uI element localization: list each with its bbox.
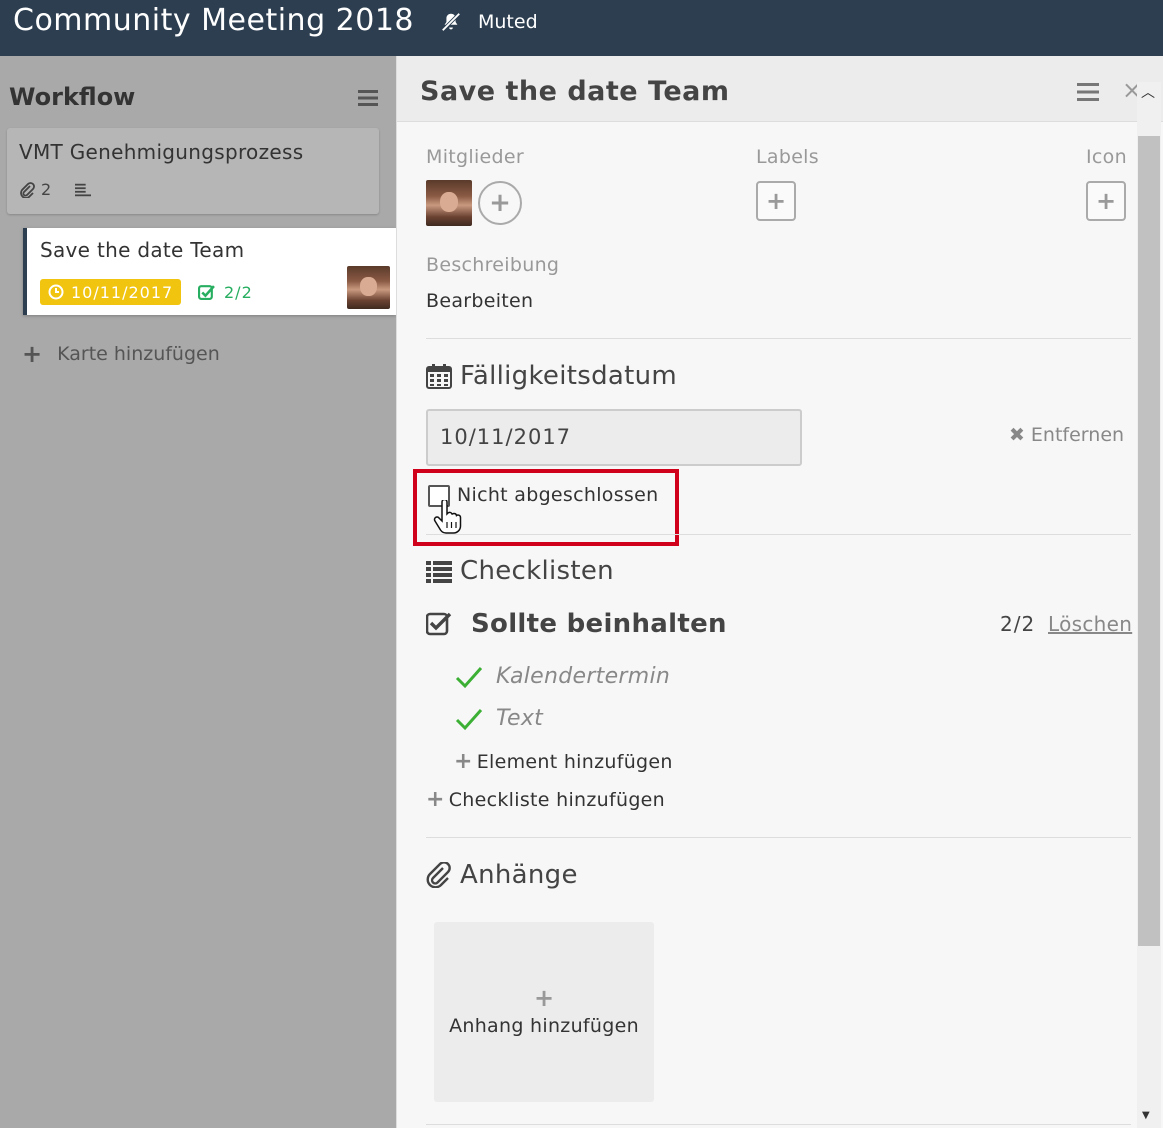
muted-toggle[interactable]: Muted (440, 10, 538, 34)
card-title: Save the date Team (40, 238, 245, 262)
description-icon (75, 183, 92, 196)
add-checklist-label: Checkliste hinzufügen (448, 788, 666, 811)
paperclip-icon (426, 862, 451, 888)
add-item-label: Element hinzufügen (476, 750, 673, 773)
attachments-section-title: Anhänge (426, 860, 578, 890)
divider (426, 534, 1131, 535)
divider (426, 338, 1131, 339)
checklist-header: Sollte beinhalten (426, 609, 727, 639)
checkmark-icon (455, 666, 483, 688)
remove-label: Entfernen (1030, 424, 1125, 446)
check-square-icon (198, 284, 215, 300)
icon-label: Icon (1086, 146, 1127, 168)
checklist-count: 2/2 (1000, 612, 1036, 636)
checklists-title: Checklisten (460, 556, 614, 586)
card-member-avatar[interactable] (347, 266, 390, 309)
panel-header: Save the date Team × (397, 56, 1163, 122)
divider (426, 837, 1131, 838)
card-save-the-date[interactable]: Save the date Team 10/11/2017 2/2 (23, 228, 396, 315)
plus-icon: + (533, 984, 555, 1012)
members-label: Mitglieder (426, 146, 524, 168)
paperclip-icon (20, 181, 35, 198)
check-square-icon (426, 612, 452, 636)
hamburger-icon[interactable] (358, 89, 378, 107)
card-title: VMT Genehmigungsprozess (19, 140, 304, 164)
due-date-text: 10/11/2017 (71, 282, 174, 302)
plus-icon: + (426, 787, 445, 812)
add-card-label: Karte hinzufügen (57, 343, 220, 365)
card-badges: 2 (19, 180, 92, 199)
add-attachment-label: Anhang hinzufügen (449, 1015, 639, 1037)
add-item-button[interactable]: + Element hinzufügen (454, 749, 673, 774)
hand-cursor-icon (433, 500, 462, 534)
checklist-progress: 2/2 (224, 282, 253, 302)
add-card-button[interactable]: + Karte hinzufügen (22, 340, 220, 368)
due-date-badge[interactable]: 10/11/2017 (40, 279, 182, 305)
divider (426, 1124, 1131, 1125)
list-icon (426, 561, 452, 583)
list-workflow: Workflow VMT Genehmigungsprozess 2 Save … (0, 56, 396, 1128)
checklist-item-text: Kalendertermin (496, 664, 671, 689)
add-checklist-button[interactable]: + Checkliste hinzufügen (426, 787, 665, 812)
description-label: Beschreibung (426, 254, 560, 276)
list-title[interactable]: Workflow (9, 83, 135, 111)
plus-icon: + (22, 340, 43, 368)
card-vmt[interactable]: VMT Genehmigungsprozess 2 (7, 128, 379, 214)
board-title[interactable]: Community Meeting 2018 (13, 3, 414, 38)
checklist-item-text: Text (496, 706, 544, 731)
muted-label: Muted (478, 11, 538, 33)
add-icon-button[interactable]: + (1086, 181, 1126, 221)
checklist-item[interactable]: Kalendertermin (455, 664, 670, 689)
labels-label: Labels (756, 146, 819, 168)
checklists-section-title: Checklisten (426, 556, 614, 586)
plus-icon: + (454, 749, 473, 774)
add-attachment-button[interactable]: + Anhang hinzufügen (434, 922, 654, 1102)
description-edit-link[interactable]: Bearbeiten (426, 290, 533, 312)
top-bar: Community Meeting 2018 Muted (0, 0, 1163, 56)
member-avatar[interactable] (426, 180, 472, 226)
attachments-count: 2 (41, 180, 52, 199)
delete-checklist-link[interactable]: Löschen (1048, 612, 1132, 636)
scroll-down-arrow[interactable]: ▼ (1142, 1110, 1150, 1121)
scroll-up-arrow[interactable]: ︿ (1141, 82, 1155, 102)
hamburger-icon[interactable] (1077, 82, 1099, 102)
clock-icon (48, 284, 64, 300)
add-label-button[interactable]: + (756, 181, 796, 221)
checklist-badge: 2/2 (198, 280, 253, 304)
bell-slash-icon (441, 12, 461, 32)
panel-title[interactable]: Save the date Team (420, 76, 729, 107)
remove-due-date-button[interactable]: ✖ Entfernen (1009, 424, 1124, 446)
checklist-name[interactable]: Sollte beinhalten (471, 609, 727, 639)
attachments-title: Anhänge (460, 860, 578, 890)
due-date-title: Fälligkeitsdatum (460, 361, 678, 391)
due-date-input[interactable]: 10/11/2017 (426, 409, 802, 466)
scroll-thumb[interactable] (1138, 136, 1160, 946)
checkmark-icon (455, 708, 483, 730)
calendar-icon (426, 364, 452, 389)
add-member-button[interactable]: + (478, 181, 522, 225)
due-date-section-title: Fälligkeitsdatum (426, 361, 677, 391)
card-detail-panel: Save the date Team × ︿ ▼ Mitglieder + La… (396, 56, 1163, 1128)
scrollbar[interactable]: ︿ ▼ (1137, 82, 1161, 1128)
not-done-label[interactable]: Nicht abgeschlossen (457, 484, 658, 506)
close-icon: ✖ (1009, 424, 1025, 446)
checklist-item[interactable]: Text (455, 706, 543, 731)
